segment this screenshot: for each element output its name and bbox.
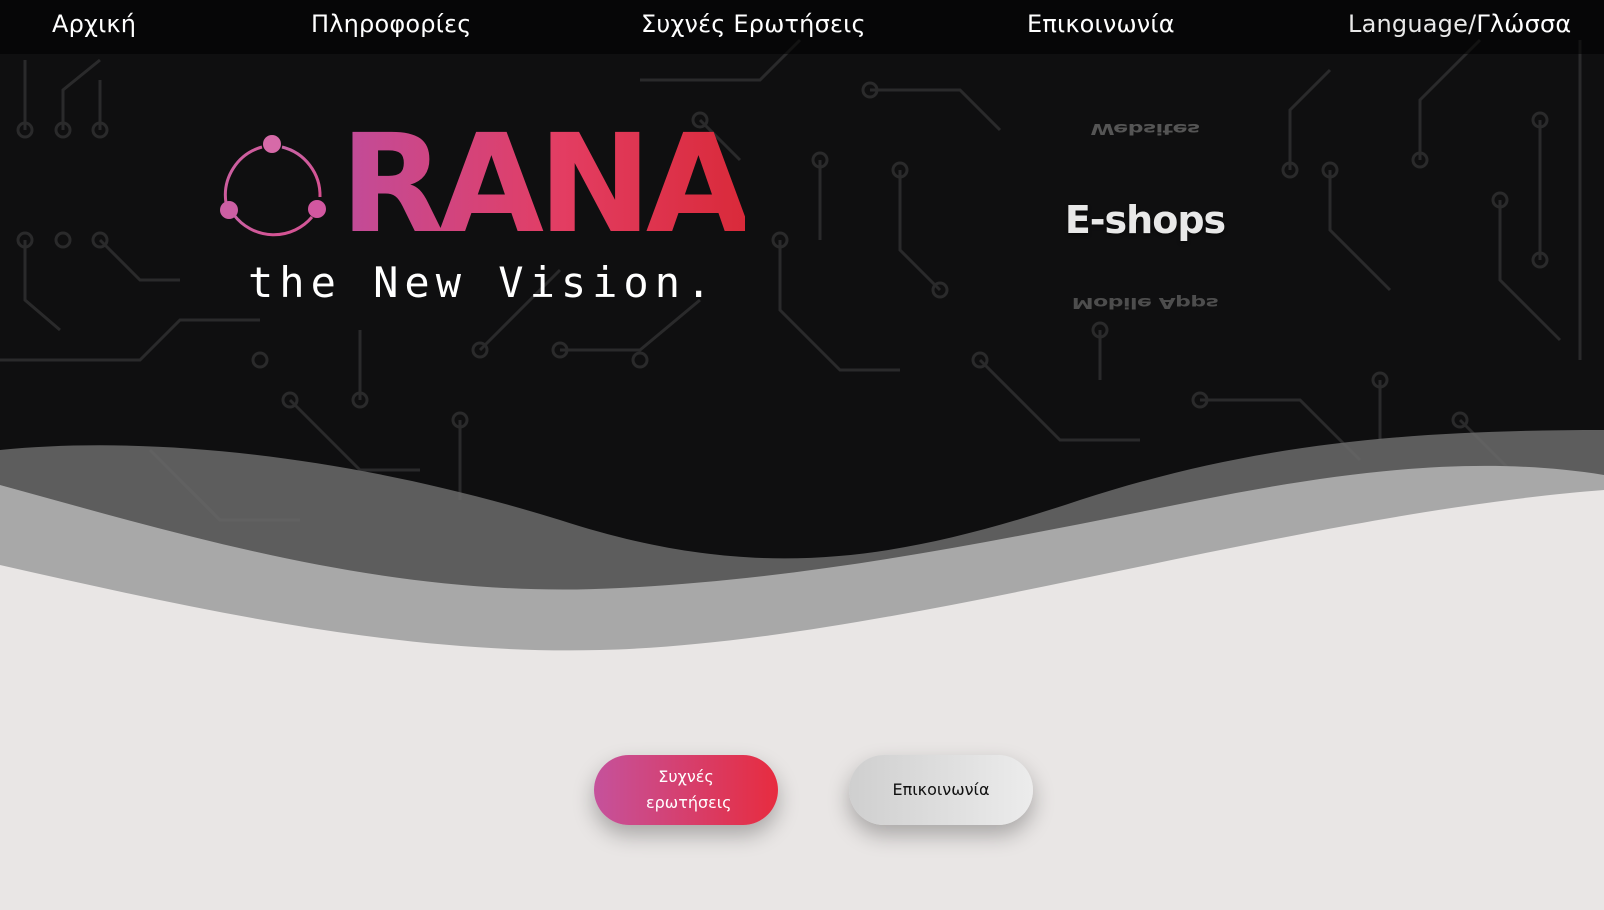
nav-link-info[interactable]: Πληροφορίες [311,10,472,38]
orbit-logo-icon [220,135,326,237]
faq-button-label: Συχνές ερωτήσεις [646,767,732,812]
brand-tagline: the New Vision. [248,258,718,307]
nav-link-faq[interactable]: Συχνές Ερωτήσεις [641,10,866,38]
rotator-current-item: E-shops [1064,198,1226,242]
contact-button-label: Επικοινωνία [892,780,990,799]
language-label-greek: Γλώσσα [1476,10,1572,38]
services-rotator: Websites E-shops Mobile Apps [1000,110,1290,330]
nav-link-home[interactable]: Αρχική [52,10,136,38]
language-label-english: Language/ [1348,10,1477,38]
faq-button[interactable]: Συχνές ερωτήσεις [594,755,778,825]
language-switcher[interactable]: Language/Γλώσσα [1348,10,1571,38]
rotator-next-item: Mobile Apps [1071,293,1219,312]
top-navigation: Αρχική Πληροφορίες Συχνές Ερωτήσεις Επικ… [0,0,1604,54]
nav-link-contact[interactable]: Επικοινωνία [1027,10,1175,38]
rotator-previous-item: Websites [1090,119,1200,138]
contact-button[interactable]: Επικοινωνία [849,755,1033,825]
brand-wordmark: RANA [340,106,751,264]
